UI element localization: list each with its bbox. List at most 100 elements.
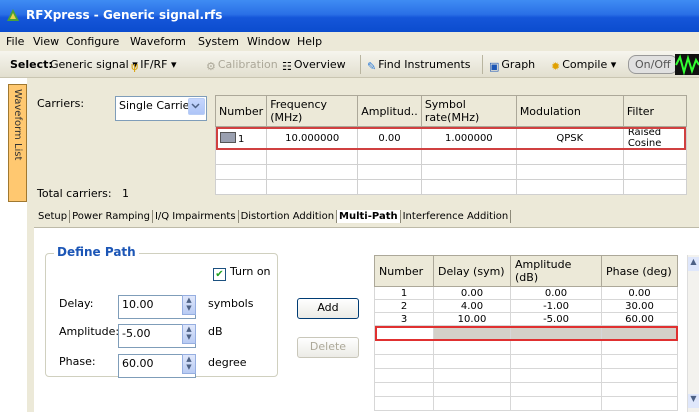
menu-file[interactable]: File <box>6 35 24 48</box>
table-cell[interactable]: 0.00 <box>357 126 422 150</box>
tab-setup[interactable]: Setup <box>36 210 71 223</box>
table-row[interactable]: 3 10.00 -5.00 60.00 <box>374 312 678 326</box>
overview-icon: ☷ <box>282 60 292 73</box>
compile-button[interactable]: ✹ Compile ▾ <box>551 58 616 73</box>
new-row[interactable] <box>374 325 678 341</box>
waveform-icon <box>675 54 699 75</box>
menu-help[interactable]: Help <box>297 35 322 48</box>
table-cell[interactable] <box>374 325 434 341</box>
tab-interference-addition[interactable]: Interference Addition <box>401 210 512 223</box>
find-icon: ✎ <box>367 60 377 73</box>
table-cell[interactable]: 0.00 <box>433 286 511 300</box>
col-number[interactable]: Number <box>214 95 268 127</box>
tab-distortion-addition[interactable]: Distortion Addition <box>239 210 338 223</box>
turn-on-label: Turn on <box>230 265 271 278</box>
col-symbol-rate[interactable]: Symbol rate(MHz) <box>420 95 517 127</box>
carriers-table: Number Frequency (MHz) Amplitud.. Symbol… <box>214 95 687 195</box>
signal-select-value: Generic signal <box>50 58 129 71</box>
table-cell[interactable]: 2 <box>374 299 434 313</box>
menu-view[interactable]: View <box>33 35 59 48</box>
scroll-down-icon[interactable]: ▼ <box>688 394 699 408</box>
spinner-icon[interactable]: ▲ ▼ <box>182 324 196 344</box>
table-row <box>374 340 678 355</box>
table-row <box>374 354 678 369</box>
menu-configure[interactable]: Configure <box>66 35 119 48</box>
table-cell[interactable]: 30.00 <box>601 299 678 313</box>
table-row[interactable]: 1 0.00 0.00 0.00 <box>374 286 678 300</box>
add-button[interactable]: Add <box>297 298 359 319</box>
table-cell[interactable] <box>433 325 511 341</box>
carriers-header-row: Number Frequency (MHz) Amplitud.. Symbol… <box>214 95 687 127</box>
menu-system[interactable]: System <box>198 35 239 48</box>
calibration-icon: ⚙ <box>206 60 216 73</box>
table-cell[interactable]: 10.000000 <box>266 126 359 150</box>
phase-value: 60.00 <box>122 357 154 370</box>
col-amplitude[interactable]: Amplitud.. <box>357 95 422 127</box>
signal-select[interactable]: Generic signal ▾ <box>50 58 138 71</box>
tab-iq-impairments[interactable]: I/Q Impairments <box>153 210 239 223</box>
phase-label: Phase: <box>59 355 96 368</box>
calibration-button[interactable]: ⚙ Calibration <box>206 58 278 73</box>
select-label: Select: <box>10 58 53 71</box>
scroll-up-icon[interactable]: ▲ <box>688 257 699 271</box>
amplitude-input[interactable]: -5.00 ▲ ▼ <box>118 324 196 348</box>
table-cell[interactable]: 10.00 <box>433 312 511 326</box>
graph-button[interactable]: ▣ Graph <box>489 58 535 73</box>
table-cell[interactable]: 4.00 <box>433 299 511 313</box>
table-cell[interactable] <box>510 325 602 341</box>
col-frequency[interactable]: Frequency (MHz) <box>266 95 359 127</box>
table-cell[interactable]: -5.00 <box>510 312 602 326</box>
table-row[interactable]: 1 10.000000 0.00 1.000000 QPSK Raised Co… <box>214 126 687 150</box>
col-path-number[interactable]: Number <box>374 255 434 287</box>
table-cell[interactable]: -1.00 <box>510 299 602 313</box>
table-row <box>214 149 687 165</box>
chevron-down-icon[interactable] <box>188 98 205 115</box>
find-instruments-button[interactable]: ✎ Find Instruments <box>367 58 471 73</box>
ifrf-label: IF/RF <box>140 58 168 71</box>
find-instruments-label: Find Instruments <box>378 58 471 71</box>
waveform-list-tab[interactable]: Waveform List <box>8 84 27 202</box>
table-cell[interactable]: QPSK <box>515 126 624 150</box>
delay-value: 10.00 <box>122 298 154 311</box>
table-cell[interactable]: 1.000000 <box>420 126 517 150</box>
col-filter[interactable]: Filter <box>622 95 687 127</box>
col-modulation[interactable]: Modulation <box>515 95 624 127</box>
table-cell[interactable]: 60.00 <box>601 312 678 326</box>
calibration-label: Calibration <box>217 58 278 71</box>
ifrf-button[interactable]: ψ IF/RF ▾ <box>131 58 177 73</box>
col-phase[interactable]: Phase (deg) <box>601 255 678 287</box>
menu-waveform[interactable]: Waveform <box>130 35 186 48</box>
graph-label: Graph <box>501 58 536 71</box>
delay-input[interactable]: 10.00 ▲ ▼ <box>118 295 196 319</box>
menu-bar: File View Configure Waveform System Wind… <box>0 32 699 51</box>
table-row[interactable]: 2 4.00 -1.00 30.00 <box>374 299 678 313</box>
phase-unit: degree <box>208 356 247 369</box>
spinner-icon[interactable]: ▲ ▼ <box>182 354 196 374</box>
toolbar-divider <box>360 55 361 74</box>
overview-button[interactable]: ☷ Overview <box>282 58 346 73</box>
table-cell[interactable] <box>601 325 678 341</box>
delete-button[interactable]: Delete <box>297 337 359 358</box>
paths-scrollbar[interactable]: ▲ ▼ <box>687 255 699 412</box>
col-delay[interactable]: Delay (sym) <box>433 255 511 287</box>
overview-label: Overview <box>293 58 346 71</box>
paths-table: Number Delay (sym) Amplitude (dB) Phase … <box>374 255 678 411</box>
carrier-number-cell[interactable]: 1 <box>214 126 268 150</box>
spinner-icon[interactable]: ▲ ▼ <box>182 295 196 315</box>
carrier-mode-select[interactable]: Single Carrier <box>115 96 207 121</box>
onoff-toggle[interactable]: On/Off <box>628 55 678 74</box>
tab-multi-path[interactable]: Multi-Path <box>337 210 401 223</box>
turn-on-checkbox[interactable]: ✔ Turn on <box>213 265 271 281</box>
phase-input[interactable]: 60.00 ▲ ▼ <box>118 354 196 378</box>
table-cell[interactable]: Raised Cosine <box>622 126 687 150</box>
table-cell[interactable]: 0.00 <box>510 286 602 300</box>
table-cell[interactable]: 0.00 <box>601 286 678 300</box>
tab-power-ramping[interactable]: Power Ramping <box>70 210 153 223</box>
table-cell[interactable]: 3 <box>374 312 434 326</box>
total-carriers-value: 1 <box>122 187 129 200</box>
table-cell[interactable]: 1 <box>374 286 434 300</box>
app-icon <box>7 9 19 21</box>
compile-icon: ✹ <box>551 60 561 73</box>
col-path-amplitude[interactable]: Amplitude (dB) <box>510 255 602 287</box>
menu-window[interactable]: Window <box>247 35 290 48</box>
